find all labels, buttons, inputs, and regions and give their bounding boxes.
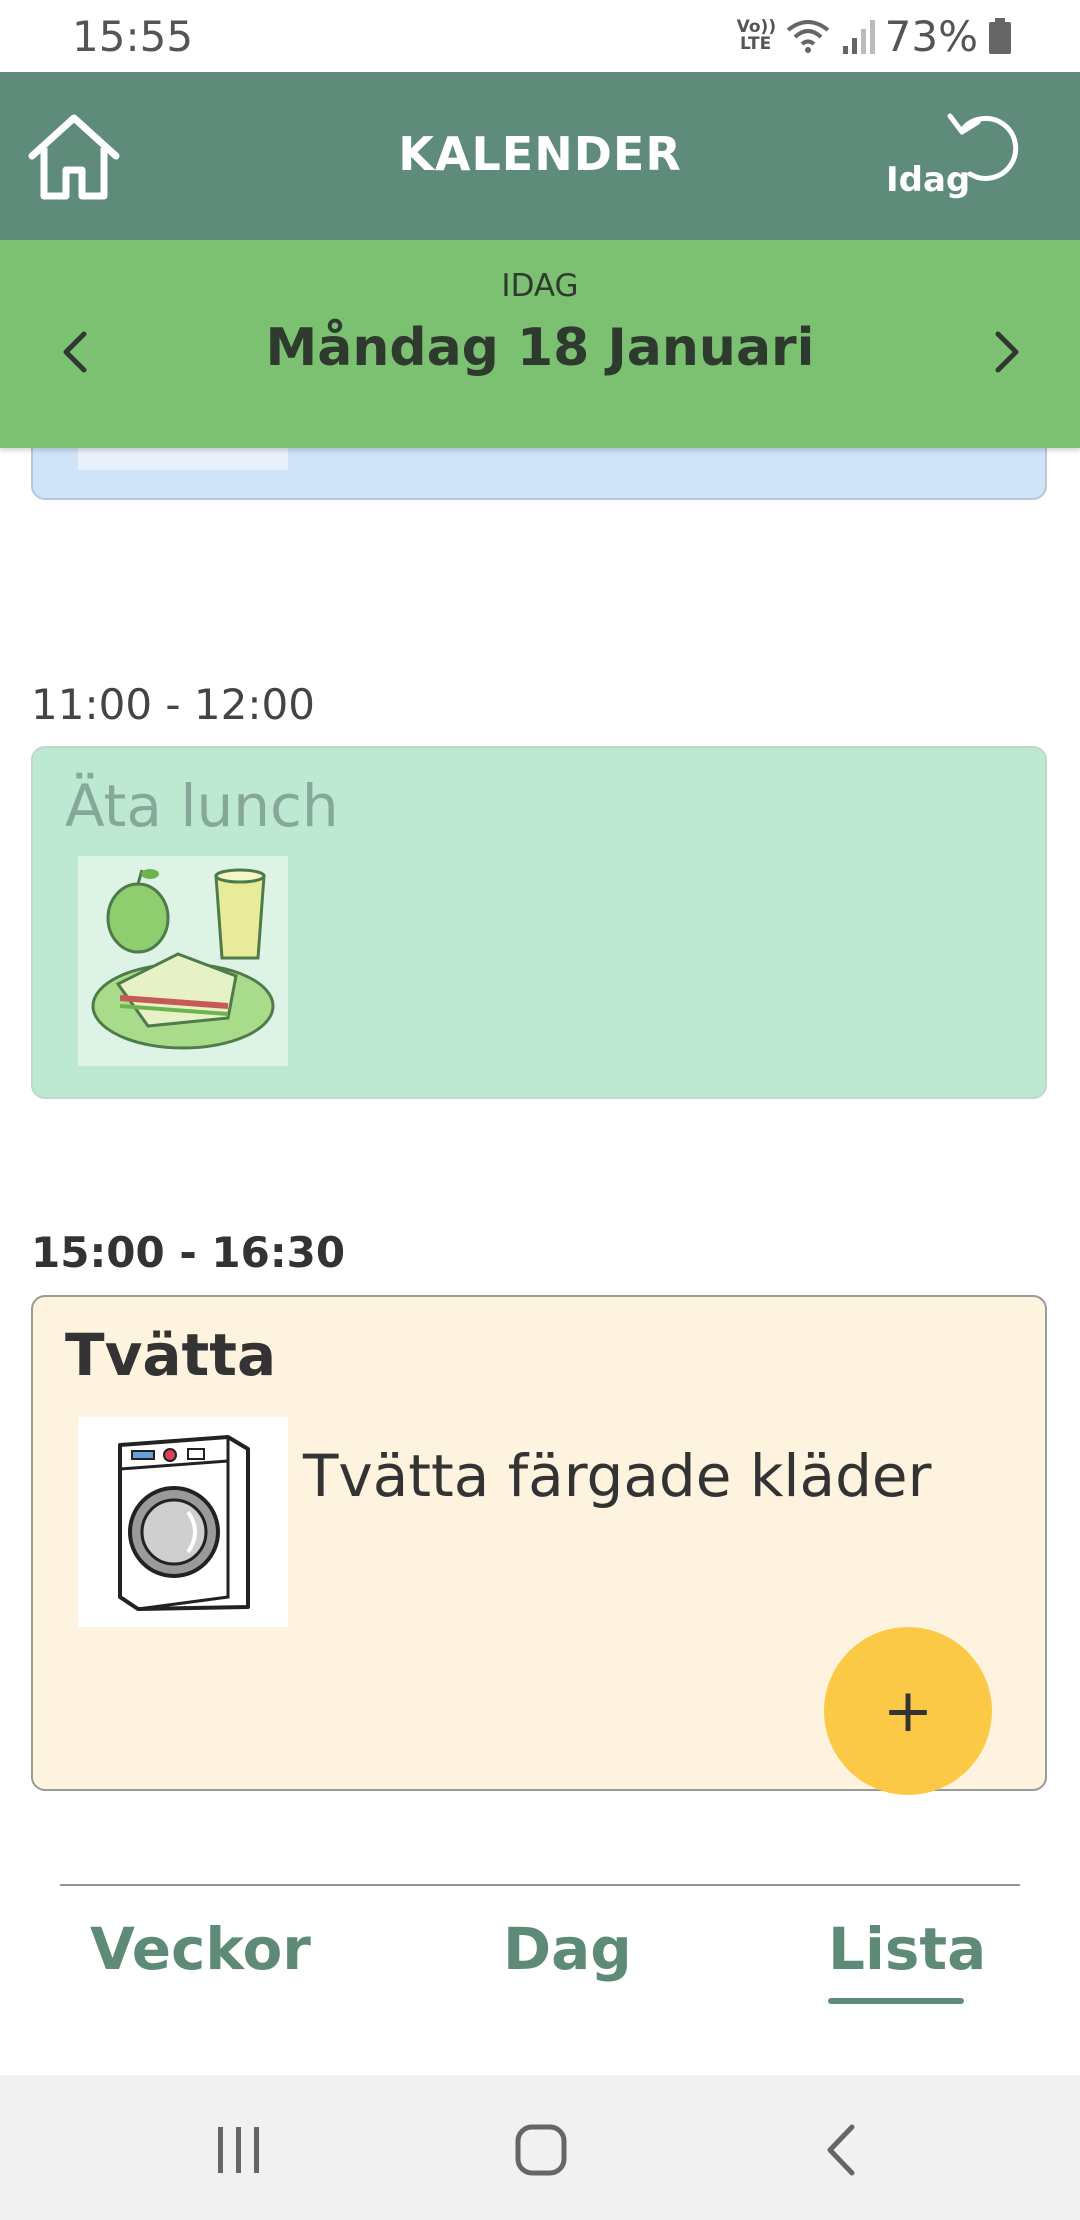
lunch-icon (91, 868, 275, 1050)
system-home-button[interactable] (506, 2115, 576, 2185)
event-description: Tvätta färgade kläder (303, 1442, 932, 1510)
tab-lista[interactable]: Lista (828, 1915, 986, 1983)
event-picture (78, 448, 288, 470)
chevron-right-icon (995, 331, 1019, 373)
washing-machine-icon (118, 1435, 250, 1611)
view-tabs: Veckor Dag Lista (0, 1860, 1080, 2075)
battery-icon (989, 18, 1011, 54)
event-title: Tvätta (65, 1321, 277, 1389)
recent-apps-button[interactable] (204, 2115, 274, 2185)
chevron-left-icon (63, 331, 87, 373)
event-picture (78, 856, 288, 1066)
volte-bottom: LTE (740, 34, 772, 54)
today-button[interactable]: Idag (880, 108, 1040, 218)
home-circle-icon (515, 2124, 567, 2176)
event-card[interactable]: Äta lunch (31, 746, 1047, 1099)
add-button[interactable]: + (824, 1627, 992, 1795)
event-card[interactable] (31, 448, 1047, 500)
plus-icon: + (882, 1676, 934, 1746)
previous-day-button[interactable] (46, 322, 106, 382)
date-subtitle: IDAG (501, 268, 579, 304)
status-time: 15:55 (72, 12, 194, 61)
tab-divider (60, 1884, 1020, 1886)
system-back-button[interactable] (808, 2115, 878, 2185)
event-time: 15:00 - 16:30 (31, 1228, 346, 1277)
event-card[interactable]: Tvätta Tvätta färgade kläder + (31, 1295, 1047, 1795)
date-navigation: IDAG Måndag 18 Januari (0, 240, 1080, 448)
tab-veckor[interactable]: Veckor (90, 1915, 311, 1983)
next-day-button[interactable] (976, 322, 1036, 382)
event-list: 11:00 - 12:00 Äta lunch 15:00 - 16:30 Tv… (0, 448, 1080, 1848)
active-tab-indicator (828, 1998, 964, 2004)
signal-icon (842, 20, 875, 54)
recent-apps-icon (218, 2127, 259, 2173)
today-label: Idag (886, 160, 971, 200)
app-header: KALENDER Idag (0, 72, 1080, 240)
current-date: Måndag 18 Januari (265, 318, 815, 378)
event-picture (78, 1417, 288, 1627)
status-bar: 15:55 Vo)) LTE 73% (0, 0, 1080, 72)
wifi-icon (786, 20, 829, 53)
system-navigation-bar (0, 2075, 1080, 2220)
event-title: Äta lunch (65, 772, 339, 840)
volte-icon: Vo)) LTE (737, 19, 776, 54)
status-icons: Vo)) LTE 73% (737, 10, 1012, 62)
back-icon (827, 2124, 855, 2176)
battery-percentage: 73% (884, 11, 978, 61)
tab-dag[interactable]: Dag (503, 1915, 632, 1983)
building-icon (78, 448, 288, 470)
event-time: 11:00 - 12:00 (31, 680, 315, 729)
